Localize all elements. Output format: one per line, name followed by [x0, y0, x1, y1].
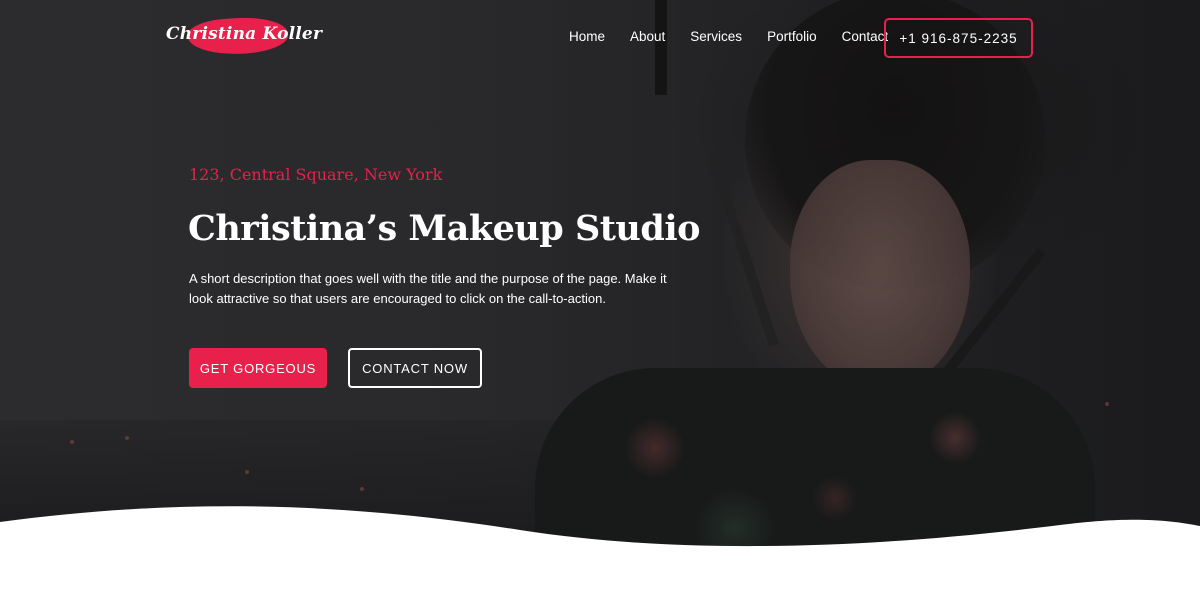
logo-text: Christina Koller: [166, 24, 323, 44]
hero-description: A short description that goes well with …: [189, 271, 667, 306]
nav-item-portfolio[interactable]: Portfolio: [767, 29, 817, 44]
nav-item-home[interactable]: Home: [569, 29, 605, 44]
main-nav: Home About Services Portfolio Contact: [569, 29, 913, 44]
nav-item-about[interactable]: About: [630, 29, 665, 44]
hero-address: 123, Central Square, New York: [189, 165, 443, 184]
nav-item-services[interactable]: Services: [690, 29, 742, 44]
hero-section: Christina Koller Home About Services Por…: [0, 0, 1200, 594]
hero-title: Christina’s Makeup Studio: [188, 208, 700, 249]
get-gorgeous-button[interactable]: GET GORGEOUS: [189, 348, 327, 388]
bottom-wave-divider: [0, 506, 1200, 594]
brand-logo[interactable]: Christina Koller: [166, 14, 323, 58]
phone-button[interactable]: +1 916-875-2235: [884, 18, 1033, 58]
nav-item-contact[interactable]: Contact: [842, 29, 889, 44]
contact-now-button[interactable]: CONTACT NOW: [348, 348, 482, 388]
